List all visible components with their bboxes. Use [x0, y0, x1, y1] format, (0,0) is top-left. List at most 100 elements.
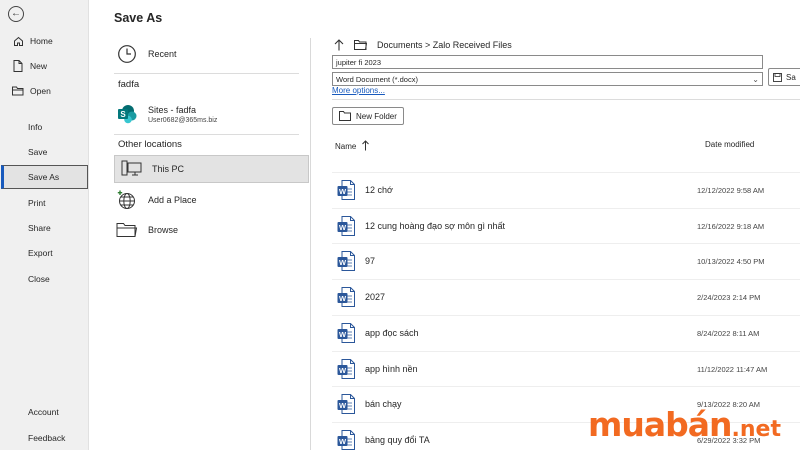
- file-name: 12 cung hoàng đạo sợ môn gì nhất: [365, 220, 506, 231]
- nav-share-label: Share: [28, 223, 51, 233]
- folder-icon: [354, 40, 367, 50]
- backstage-nav: ← Home New Open Info Save Save As Print …: [0, 0, 89, 450]
- account-header: fadfa: [118, 79, 140, 90]
- filename-input[interactable]: jupiter fi 2023: [332, 55, 763, 69]
- nav-account-label: Account: [28, 407, 59, 417]
- filetype-select[interactable]: Word Document (*.docx) ⌄: [332, 72, 763, 86]
- clock-icon: [114, 43, 140, 65]
- location-add-place[interactable]: Add a Place: [114, 188, 299, 212]
- svg-text:W: W: [339, 294, 347, 303]
- nav-info[interactable]: Info: [0, 115, 89, 139]
- file-row[interactable]: W 12 chớ 12/12/2022 9:58 AM: [332, 172, 800, 208]
- nav-export-label: Export: [28, 248, 53, 258]
- nav-share[interactable]: Share: [0, 216, 89, 240]
- column-header-date[interactable]: Date modified: [705, 140, 754, 149]
- svg-text:S: S: [120, 110, 126, 119]
- new-folder-icon: [339, 111, 351, 121]
- sort-up-icon: [362, 140, 370, 153]
- file-row[interactable]: Wapp đọc sách 8/24/2022 8:11 AM: [332, 314, 800, 351]
- nav-save-as[interactable]: Save As: [1, 165, 88, 189]
- column-separator: [310, 38, 311, 450]
- file-name: app hình nền: [365, 363, 418, 374]
- word-document-icon: W: [337, 322, 355, 343]
- file-date: 10/13/2022 4:50 PM: [697, 257, 765, 267]
- file-row[interactable]: W 12 cung hoàng đạo sợ môn gì nhất 12/16/2…: [332, 207, 800, 244]
- nav-open[interactable]: Open: [0, 79, 89, 103]
- svg-text:W: W: [339, 187, 347, 196]
- nav-print[interactable]: Print: [0, 191, 89, 215]
- new-document-icon: [12, 60, 24, 72]
- svg-text:W: W: [339, 437, 347, 446]
- word-document-icon: W: [337, 358, 355, 379]
- file-name: 97: [365, 256, 376, 267]
- file-name: bảng quy đổi TA: [365, 434, 430, 445]
- open-folder-icon: [12, 85, 24, 97]
- location-recent-label: Recent: [148, 49, 177, 59]
- sharepoint-icon: S: [114, 103, 140, 125]
- save-button[interactable]: Sa: [768, 68, 800, 86]
- file-name: app đọc sách: [365, 327, 419, 338]
- breadcrumb[interactable]: Documents > Zalo Received Files: [377, 40, 512, 50]
- file-name: 12 chớ: [365, 185, 393, 195]
- word-document-icon: W: [337, 251, 355, 272]
- file-name: 2027: [365, 292, 386, 303]
- word-document-icon: W: [337, 429, 355, 450]
- nav-feedback-label: Feedback: [28, 433, 66, 443]
- divider: [114, 73, 299, 74]
- location-browse-label: Browse: [148, 225, 179, 235]
- chevron-down-icon: ⌄: [752, 75, 759, 84]
- location-this-pc[interactable]: This PC: [114, 155, 309, 183]
- svg-text:W: W: [339, 401, 347, 410]
- file-date: 2/24/2023 2:14 PM: [697, 293, 761, 303]
- word-document-icon: W: [337, 215, 355, 236]
- nav-home[interactable]: Home: [0, 29, 89, 53]
- location-this-pc-label: This PC: [152, 164, 185, 174]
- nav-save-as-label: Save As: [28, 172, 60, 182]
- folder-icon: [114, 219, 140, 241]
- nav-open-label: Open: [30, 86, 51, 96]
- location-add-place-label: Add a Place: [148, 195, 197, 205]
- muaban-watermark-logo: muabán.net: [588, 408, 781, 441]
- location-recent[interactable]: Recent: [114, 42, 299, 66]
- nav-new[interactable]: New: [0, 54, 89, 78]
- svg-text:W: W: [339, 330, 347, 339]
- new-folder-label: New Folder: [356, 111, 397, 121]
- watermark-suffix: .net: [731, 417, 781, 442]
- new-folder-button[interactable]: New Folder: [332, 107, 404, 125]
- file-row[interactable]: Wapp hình nền 11/12/2022 11:47 AM: [332, 350, 800, 387]
- back-arrow-icon[interactable]: ←: [8, 6, 24, 22]
- file-date: 11/12/2022 11:47 AM: [697, 364, 768, 374]
- filetype-value: Word Document (*.docx): [336, 74, 418, 84]
- nav-new-label: New: [30, 61, 48, 71]
- globe-add-icon: [114, 189, 140, 211]
- nav-save[interactable]: Save: [0, 140, 89, 164]
- computer-icon: [118, 158, 144, 180]
- nav-print-label: Print: [28, 198, 46, 208]
- file-row[interactable]: W 2027 2/24/2023 2:14 PM: [332, 279, 800, 315]
- up-arrow-icon[interactable]: [334, 39, 344, 51]
- file-row[interactable]: W 97 10/13/2022 4:50 PM: [332, 243, 800, 279]
- file-date: 12/12/2022 9:58 AM: [697, 186, 765, 195]
- column-header-name[interactable]: Name: [335, 140, 370, 153]
- nav-export[interactable]: Export: [0, 241, 89, 265]
- nav-feedback[interactable]: Feedback: [0, 426, 89, 450]
- nav-account[interactable]: Account: [0, 400, 89, 424]
- save-disk-icon: [773, 72, 782, 82]
- nav-close[interactable]: Close: [0, 267, 89, 291]
- filename-value: jupiter fi 2023: [336, 57, 382, 67]
- location-browse[interactable]: Browse: [114, 218, 299, 242]
- nav-home-label: Home: [30, 36, 53, 46]
- home-icon: [12, 35, 24, 47]
- path-bar: Documents > Zalo Received Files: [334, 39, 512, 51]
- word-document-icon: W: [337, 287, 355, 308]
- divider: [332, 99, 800, 100]
- location-sharepoint-site[interactable]: S Sites - fadfa User0682@365ms.biz: [114, 100, 299, 128]
- svg-text:W: W: [339, 258, 347, 267]
- more-options-link[interactable]: More options...: [332, 86, 385, 95]
- divider: [114, 134, 299, 135]
- word-document-icon: W: [337, 394, 355, 415]
- page-title: Save As: [114, 11, 163, 25]
- word-document-icon: W: [337, 180, 355, 200]
- other-locations-header: Other locations: [118, 139, 182, 150]
- svg-text:W: W: [339, 223, 347, 232]
